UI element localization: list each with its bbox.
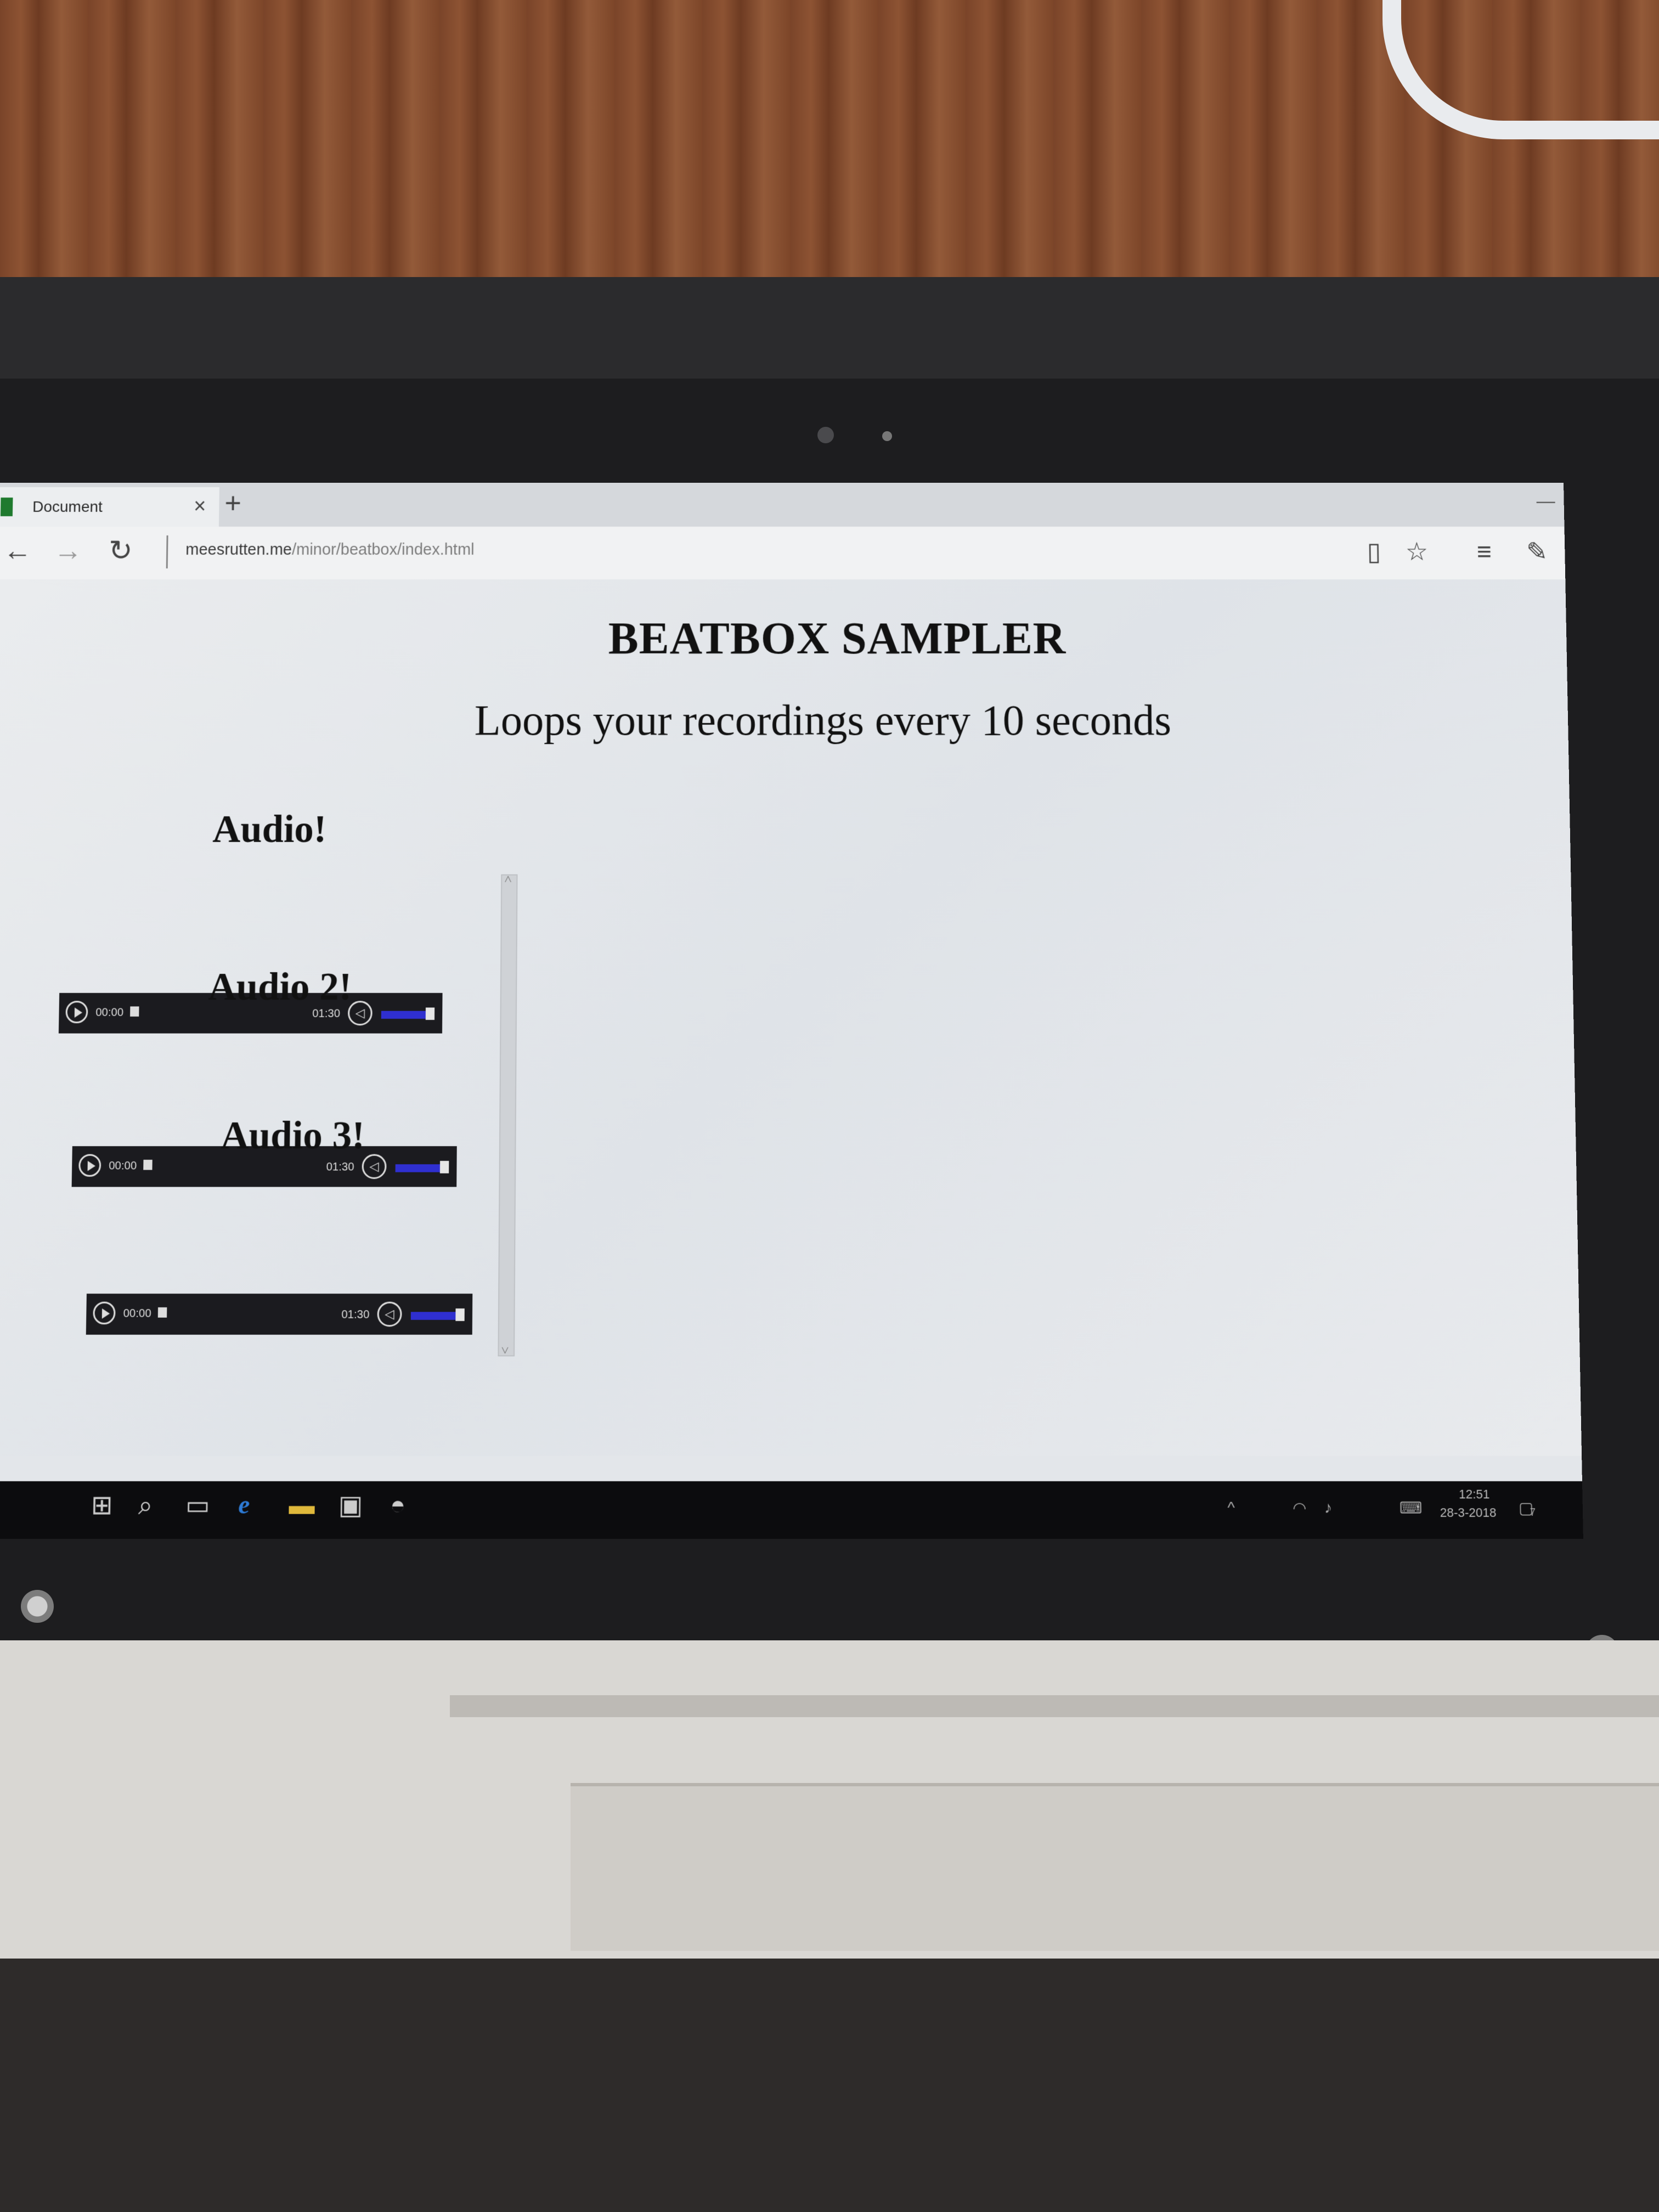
tab-title: Document xyxy=(32,498,103,515)
keyboard-icon[interactable]: ⌨ xyxy=(1400,1498,1423,1517)
windows-taskbar: ⊞ ⌕ ▭ e ▬ ▣ ◓ ^ ◠ ♪ ⌨ 12:51 28-3-2018 ▢ … xyxy=(0,1481,1583,1539)
cabinet-drawer-edge xyxy=(450,1695,1659,1717)
seek-handle[interactable] xyxy=(143,1159,153,1170)
web-page: BEATBOX SAMPLER Loops your recordings ev… xyxy=(0,579,1582,1456)
forward-icon[interactable]: → xyxy=(53,534,82,567)
url-field[interactable]: meesrutten.me/minor/beatbox/index.html xyxy=(185,541,475,559)
refresh-icon[interactable]: ↻ xyxy=(109,534,133,567)
scroll-down-icon[interactable]: ˅ xyxy=(501,1343,509,1358)
volume-tray-icon[interactable]: ♪ xyxy=(1324,1498,1332,1517)
floor xyxy=(0,1959,1659,2212)
screw-left xyxy=(21,1590,54,1623)
minimize-icon[interactable]: — xyxy=(1536,490,1555,512)
page-subtitle: Loops your recordings every 10 seconds xyxy=(474,696,1172,744)
volume-icon[interactable]: ◁ xyxy=(362,1154,387,1180)
volume-slider[interactable] xyxy=(381,1011,433,1019)
file-explorer-icon[interactable]: ▬ xyxy=(289,1489,315,1521)
favorite-icon[interactable]: ☆ xyxy=(1405,537,1428,566)
play-icon[interactable] xyxy=(93,1301,116,1325)
audio-heading-2: Audio 2! xyxy=(208,965,352,1009)
clock-date[interactable]: 28-3-2018 xyxy=(1440,1505,1497,1520)
url-host: meesrutten.me xyxy=(185,541,292,559)
volume-icon[interactable]: ◁ xyxy=(377,1301,402,1327)
play-icon[interactable] xyxy=(78,1154,101,1177)
app-icon[interactable]: ◓ xyxy=(390,1489,406,1521)
tray-overflow-icon[interactable]: ^ xyxy=(1227,1498,1235,1517)
tab-close-icon[interactable]: × xyxy=(194,495,206,518)
duration: 01:30 xyxy=(341,1308,370,1321)
volume-slider[interactable] xyxy=(395,1164,447,1172)
store-icon[interactable]: ▣ xyxy=(338,1489,363,1521)
task-view-icon[interactable]: ▭ xyxy=(185,1489,210,1521)
sensor-dot xyxy=(882,431,892,441)
search-icon[interactable]: ⌕ xyxy=(138,1489,153,1522)
audio-heading-3: Audio 3! xyxy=(220,1114,365,1158)
back-icon[interactable]: ← xyxy=(3,534,32,567)
current-time: 00:00 xyxy=(109,1159,137,1172)
cabinet-drawer xyxy=(571,1783,1659,1951)
new-tab-icon[interactable]: + xyxy=(224,487,241,520)
volume-handle[interactable] xyxy=(439,1161,449,1173)
seek-handle[interactable] xyxy=(130,1006,139,1017)
audio-list-scrollbar[interactable]: ˄ ˅ xyxy=(498,872,518,1358)
address-bar: ← → ↻ meesrutten.me/minor/beatbox/index.… xyxy=(0,526,1566,581)
edge-browser-icon[interactable]: e xyxy=(238,1489,250,1520)
address-separator xyxy=(166,535,168,569)
volume-handle[interactable] xyxy=(425,1007,435,1020)
wifi-icon[interactable]: ◠ xyxy=(1293,1498,1306,1517)
audio-heading-1: Audio! xyxy=(212,808,327,851)
front-camera xyxy=(817,427,834,443)
duration: 01:30 xyxy=(326,1161,354,1173)
browser-tab-bar: Document × + — xyxy=(0,483,1565,527)
current-time: 00:00 xyxy=(95,1006,124,1019)
web-note-icon[interactable]: ✎ xyxy=(1526,537,1548,566)
tablet-screen: Document × + — ← → ↻ meesrutten.me/minor… xyxy=(0,483,1583,1539)
audio-player-3: 00:00 01:30 ◁ xyxy=(86,1294,473,1335)
start-icon[interactable]: ⊞ xyxy=(91,1489,113,1521)
notification-count: 7 xyxy=(1530,1506,1536,1519)
current-time: 00:00 xyxy=(123,1307,151,1320)
url-path: /minor/beatbox/index.html xyxy=(291,541,475,559)
volume-handle[interactable] xyxy=(455,1308,465,1321)
hub-icon[interactable]: ≡ xyxy=(1477,537,1492,566)
page-title: BEATBOX SAMPLER xyxy=(608,613,1066,663)
favicon-icon xyxy=(0,497,13,516)
volume-slider[interactable] xyxy=(410,1312,462,1320)
seek-handle[interactable] xyxy=(157,1307,167,1318)
reading-view-icon[interactable]: ▯ xyxy=(1367,537,1381,566)
tab-document[interactable]: Document × xyxy=(0,487,219,527)
play-icon[interactable] xyxy=(65,1001,88,1024)
clock-time[interactable]: 12:51 xyxy=(1459,1487,1490,1502)
scroll-up-icon[interactable]: ˄ xyxy=(504,872,512,887)
